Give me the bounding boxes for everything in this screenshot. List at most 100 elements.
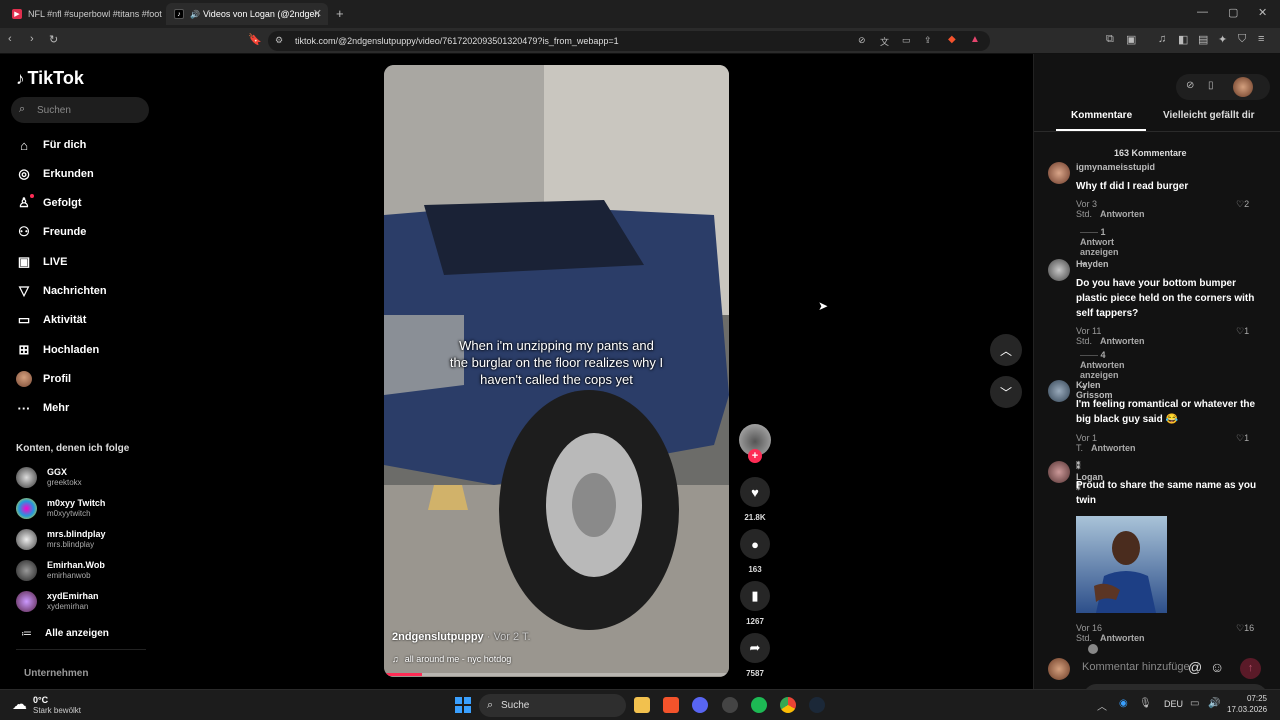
windows-start-icon[interactable] bbox=[455, 697, 471, 713]
brave-rewards-icon[interactable]: ▲ bbox=[970, 34, 980, 45]
comment-like[interactable]: ♡1 bbox=[1236, 326, 1249, 337]
send-button[interactable]: ↑ bbox=[1240, 658, 1261, 679]
avatar[interactable] bbox=[1048, 380, 1070, 402]
emoji-icon[interactable]: ☺ bbox=[1210, 659, 1224, 675]
device-icon[interactable]: ▯ bbox=[1208, 80, 1214, 91]
reply-button[interactable]: Antworten bbox=[1100, 633, 1145, 643]
comment-icon[interactable]: ● bbox=[740, 529, 770, 559]
spotify-icon[interactable] bbox=[751, 697, 767, 713]
video-player[interactable]: When i'm unzipping my pants and the burg… bbox=[384, 65, 729, 677]
leo-ai-icon[interactable]: ✦ bbox=[1218, 33, 1227, 46]
mention-icon[interactable]: @ bbox=[1188, 659, 1202, 675]
next-video-button[interactable]: ﹀ bbox=[990, 376, 1022, 408]
show-all-link[interactable]: ≔ Alle anzeigen bbox=[16, 619, 109, 647]
bookmark-icon[interactable]: ▮ bbox=[740, 581, 770, 611]
comment-like[interactable]: ♡16 bbox=[1236, 623, 1254, 634]
nav-following[interactable]: ♙ Gefolgt bbox=[16, 193, 82, 213]
close-tab-icon[interactable]: ✕ bbox=[313, 7, 322, 20]
steam-icon[interactable] bbox=[809, 697, 825, 713]
nav-upload[interactable]: ⊞ Hochladen bbox=[16, 340, 100, 360]
browser-tab[interactable]: ▶ NFL #nfl #superbowl #titans #footba bbox=[4, 3, 162, 25]
tiktok-logo[interactable]: ♪ TikTok bbox=[16, 68, 84, 89]
tray-chevron-icon[interactable]: ︿ bbox=[1097, 698, 1107, 713]
sidebar-icon[interactable]: ◧ bbox=[1178, 33, 1188, 46]
comment-like[interactable]: ♡1 bbox=[1236, 433, 1249, 444]
share-action[interactable]: ➦ 7587 bbox=[740, 633, 770, 678]
search-input[interactable]: ⌕ Suchen bbox=[11, 97, 149, 123]
nav-profile[interactable]: Profil bbox=[16, 369, 71, 389]
vpn-icon[interactable]: ⛉ bbox=[1238, 33, 1246, 46]
forward-icon[interactable]: › bbox=[30, 33, 34, 45]
reply-button[interactable]: Antworten bbox=[1091, 443, 1136, 453]
restore-icon[interactable]: ▢ bbox=[1228, 6, 1238, 19]
heart-icon[interactable]: ♥ bbox=[740, 477, 770, 507]
nav-more[interactable]: ··· Mehr bbox=[16, 398, 70, 418]
followed-account[interactable]: Emirhan.Wob emirhanwob bbox=[16, 556, 105, 584]
wallet-icon[interactable]: ▤ bbox=[1198, 33, 1208, 46]
comment-action[interactable]: ● 163 bbox=[740, 529, 770, 574]
comment-user[interactable]: Hayden bbox=[1076, 259, 1109, 269]
avatar[interactable] bbox=[1048, 259, 1070, 281]
brave-shield-icon[interactable]: ◆ bbox=[948, 34, 956, 45]
video-author-line[interactable]: 2ndgenslutpuppy · Vor 2 T. bbox=[392, 631, 531, 643]
comment-user[interactable]: igmynameisstupid bbox=[1076, 162, 1155, 172]
back-icon[interactable]: ‹ bbox=[8, 33, 12, 45]
previous-video-button[interactable]: ︿ bbox=[990, 334, 1022, 366]
video-author[interactable]: 2ndgenslutpuppy bbox=[392, 631, 484, 643]
bookmark-icon[interactable]: 🔖 bbox=[248, 33, 262, 46]
compass-icon[interactable]: ⊘ bbox=[1186, 80, 1194, 91]
weather-temp[interactable]: 0°C bbox=[33, 695, 48, 705]
input-language[interactable]: DEU bbox=[1164, 699, 1183, 709]
nav-for-you[interactable]: ⌂ Für dich bbox=[16, 135, 86, 155]
avatar[interactable] bbox=[1048, 461, 1070, 483]
translate-icon[interactable]: 文 bbox=[880, 35, 889, 48]
volume-icon[interactable]: 🔊 bbox=[1208, 698, 1220, 709]
clock-date[interactable]: 17.03.2026 bbox=[1227, 705, 1267, 714]
extensions-icon[interactable]: ⧉ bbox=[1106, 33, 1114, 46]
reader-icon[interactable]: ▣ bbox=[1126, 33, 1136, 46]
followed-account[interactable]: GGX greektokx bbox=[16, 463, 82, 491]
microphone-icon[interactable]: 🎙 bbox=[1139, 698, 1152, 709]
share-arrow-icon[interactable]: ➦ bbox=[740, 633, 770, 663]
followed-account[interactable]: mrs.blindplay mrs.blindplay bbox=[16, 525, 106, 553]
followed-account[interactable]: xydEmirhan xydemirhan bbox=[16, 587, 99, 615]
close-window-icon[interactable]: ✕ bbox=[1258, 6, 1267, 19]
discord-icon[interactable] bbox=[692, 697, 708, 713]
tab-suggestions[interactable]: Vielleicht gefällt dir bbox=[1163, 110, 1255, 121]
browser-tab-active[interactable]: ♪ 🔊 Videos von Logan (@2ndgen ✕ bbox=[166, 3, 328, 25]
reply-button[interactable]: Antworten bbox=[1100, 209, 1145, 219]
obs-icon[interactable] bbox=[722, 697, 738, 713]
weather-text[interactable]: Stark bewölkt bbox=[33, 706, 81, 715]
music-line[interactable]: ♫ all around me - nyc hotdog bbox=[392, 654, 511, 664]
reply-button[interactable]: Antworten bbox=[1100, 336, 1145, 346]
nav-explore[interactable]: ◎ Erkunden bbox=[16, 164, 93, 184]
network-icon[interactable]: ▭ bbox=[1190, 698, 1199, 709]
chrome-icon[interactable] bbox=[780, 697, 796, 713]
tray-app-icon[interactable]: ◉ bbox=[1119, 698, 1128, 709]
reload-icon[interactable]: ↻ bbox=[49, 33, 58, 46]
install-icon[interactable]: ▭ bbox=[902, 35, 911, 46]
file-explorer-icon[interactable] bbox=[634, 697, 650, 713]
follow-plus-icon[interactable]: + bbox=[748, 449, 762, 463]
minimize-icon[interactable]: — bbox=[1197, 6, 1208, 18]
nav-live[interactable]: ▣ LIVE bbox=[16, 252, 68, 272]
share-icon[interactable]: ⇪ bbox=[924, 35, 932, 46]
followed-account[interactable]: m0xyy Twitch m0xyytwitch bbox=[16, 494, 105, 522]
new-tab-button[interactable]: + bbox=[336, 6, 344, 21]
comment-input-placeholder[interactable]: Kommentar hinzufügen... bbox=[1082, 661, 1190, 673]
media-icon[interactable]: ♫ bbox=[1158, 33, 1166, 45]
comment-image[interactable] bbox=[1076, 516, 1167, 613]
weather-icon[interactable]: ☁ bbox=[12, 695, 27, 713]
progress-track[interactable] bbox=[384, 673, 729, 676]
nav-messages[interactable]: ▽ Nachrichten bbox=[16, 281, 107, 301]
menu-icon[interactable]: ≡ bbox=[1258, 33, 1264, 45]
taskbar-search[interactable]: ⌕ Suche bbox=[479, 694, 626, 717]
comment-like[interactable]: ♡2 bbox=[1236, 199, 1249, 210]
footer-link[interactable]: Unternehmen bbox=[24, 668, 88, 679]
nav-friends[interactable]: ⚇ Freunde bbox=[16, 222, 86, 242]
nav-activity[interactable]: ▭ Aktivität bbox=[16, 310, 87, 330]
brave-icon[interactable] bbox=[663, 697, 679, 713]
cast-icon[interactable]: ⊘ bbox=[858, 35, 866, 46]
user-avatar[interactable] bbox=[1233, 77, 1253, 97]
avatar[interactable] bbox=[1048, 162, 1070, 184]
